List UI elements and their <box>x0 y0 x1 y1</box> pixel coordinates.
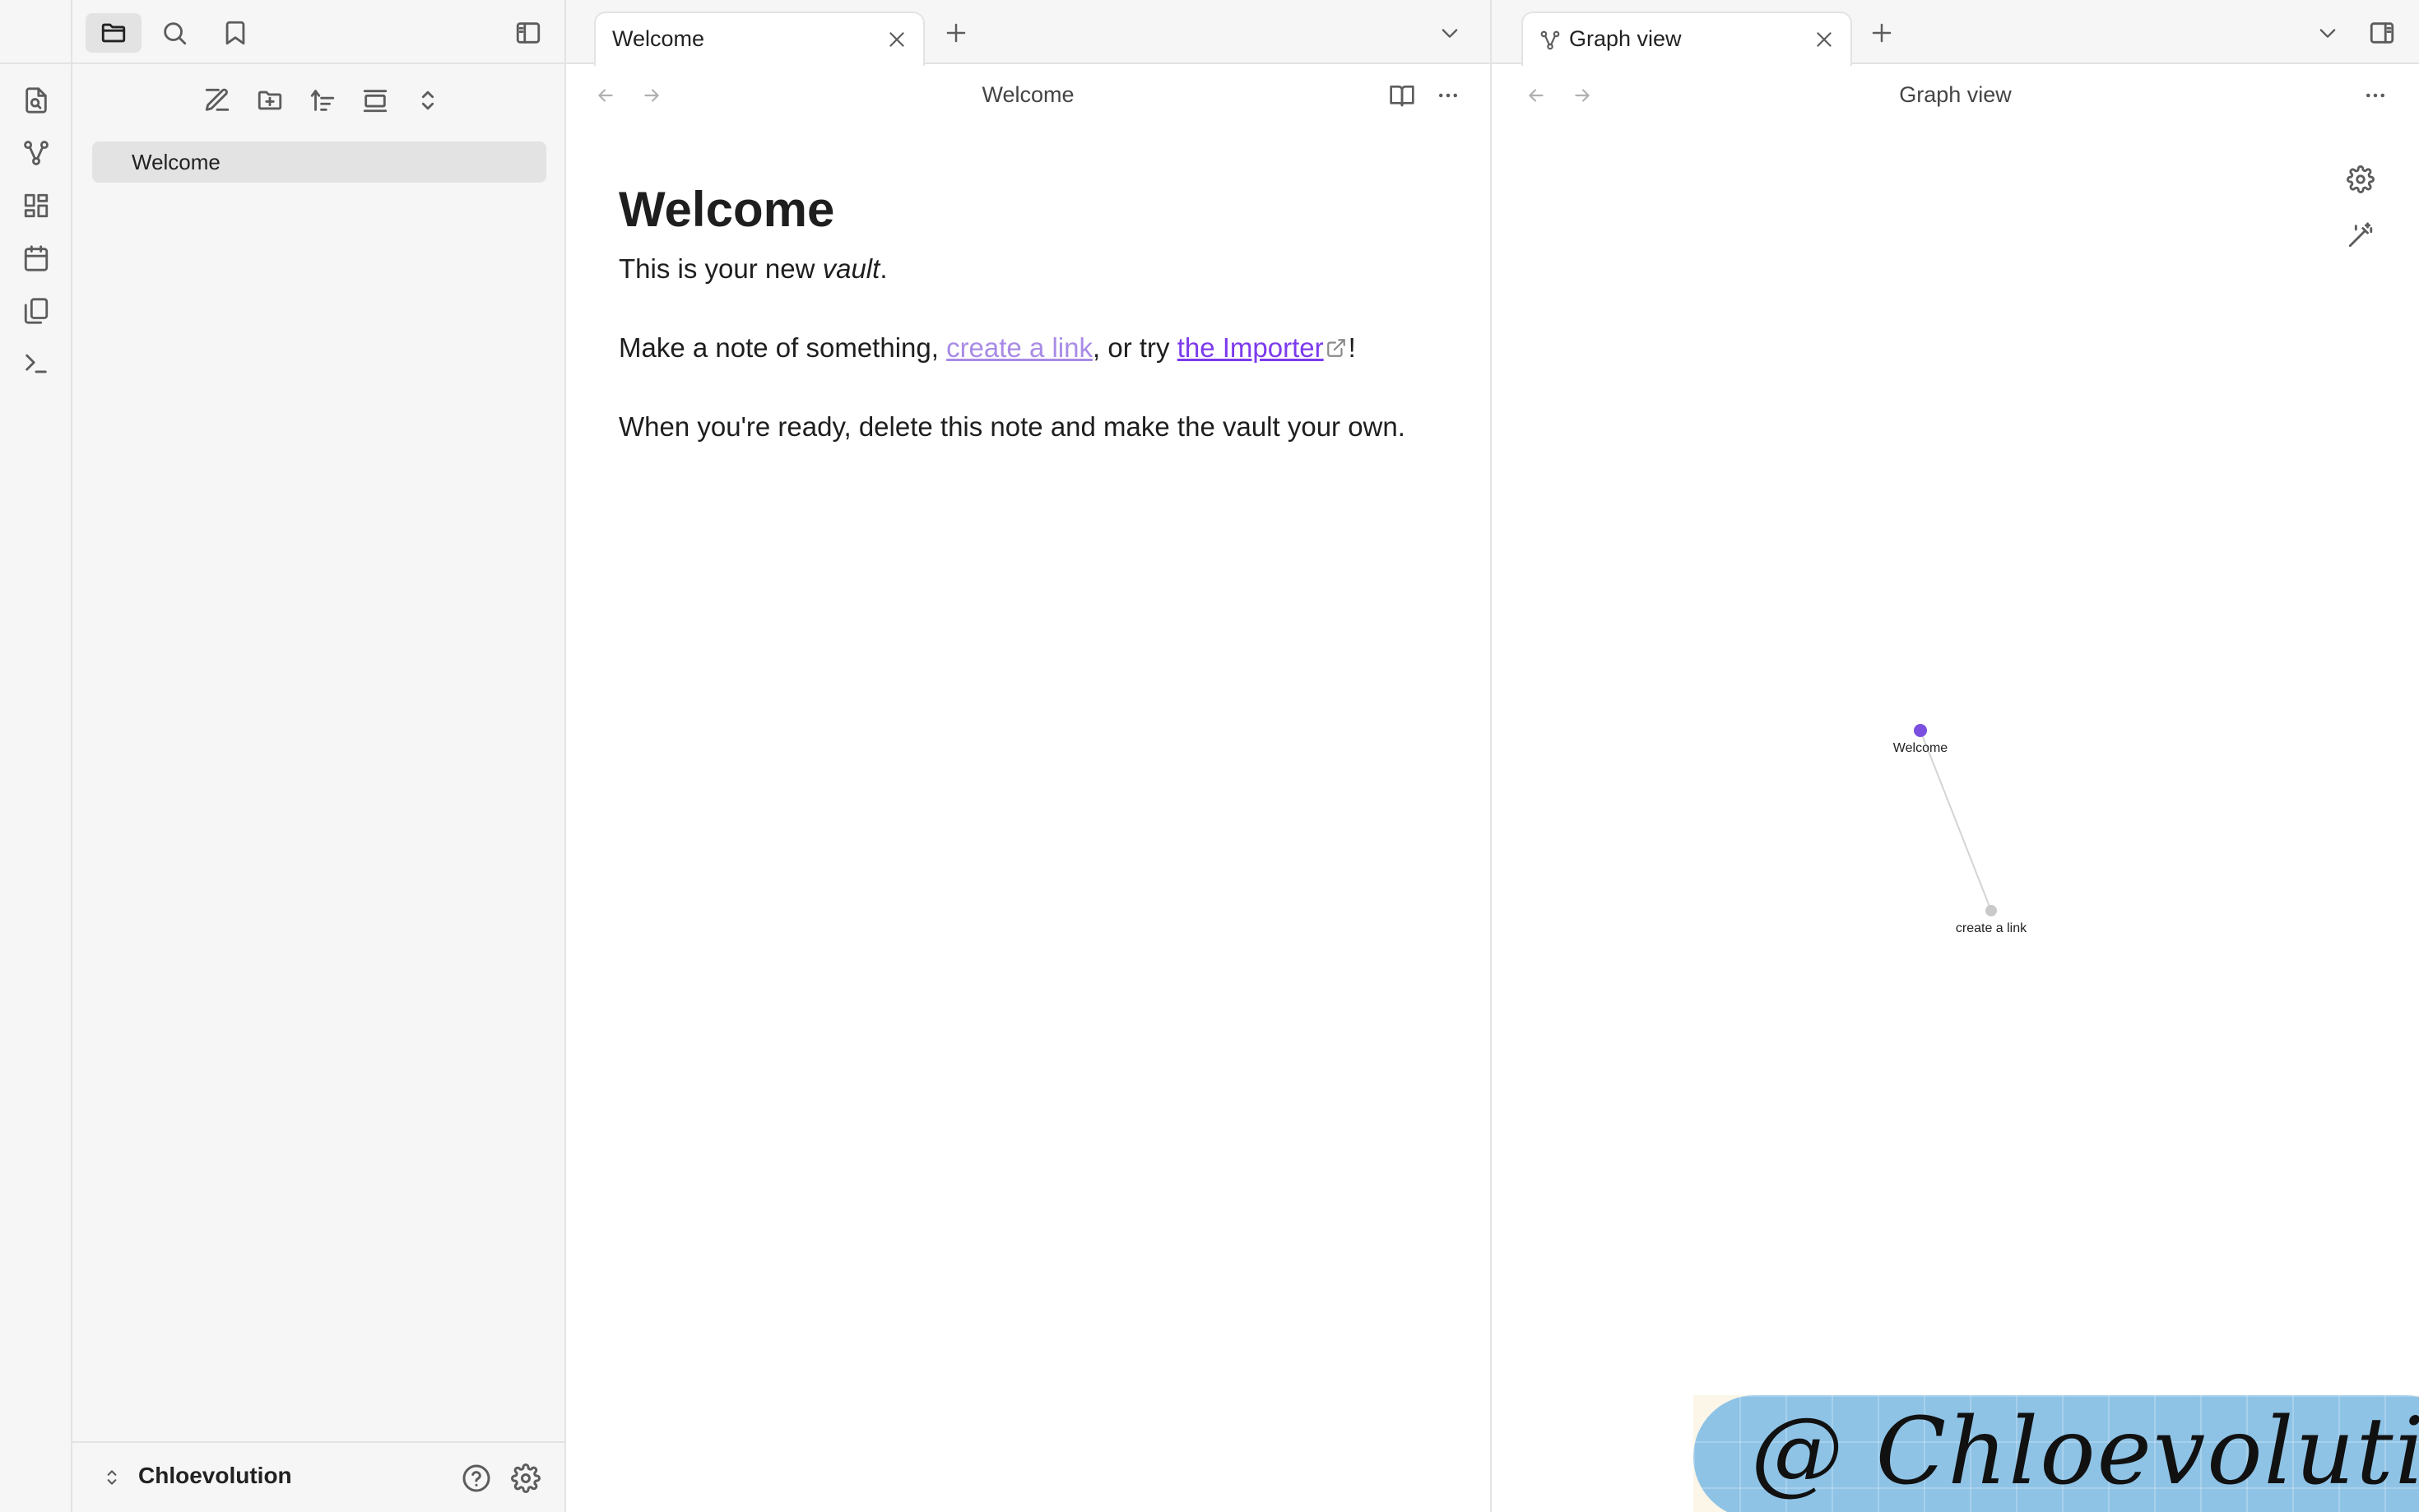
text: This is your new <box>619 253 823 284</box>
close-tab-icon[interactable] <box>882 25 912 54</box>
change-sort-order-icon[interactable] <box>303 81 342 120</box>
view-header: Welcome <box>566 64 1490 127</box>
graph-view-icon[interactable] <box>18 135 54 171</box>
templates-icon[interactable] <box>18 293 54 329</box>
files-tab-icon[interactable] <box>86 13 142 53</box>
editor-tab-strip: Welcome <box>566 0 1490 66</box>
left-sidebar: Welcome Chloevolution <box>72 0 566 1512</box>
vault-switch-chevron-icon[interactable] <box>97 1463 127 1492</box>
italic-text: vault <box>822 253 880 284</box>
tab-list-chevron-down-icon[interactable] <box>1433 16 1466 49</box>
tab-welcome[interactable]: Welcome <box>594 12 925 66</box>
watermark-text: @ Chloevolution <box>1751 1398 2419 1505</box>
graph-node-welcome[interactable] <box>1914 724 1927 737</box>
settings-gear-icon[interactable] <box>508 1461 543 1496</box>
text: ! <box>1348 332 1356 363</box>
internal-link[interactable]: create a link <box>946 332 1093 363</box>
new-tab-plus-icon[interactable] <box>940 16 973 49</box>
command-palette-icon[interactable] <box>18 346 54 382</box>
more-options-ellipsis-icon[interactable] <box>1432 79 1465 112</box>
graph-tab-icon <box>1538 28 1562 53</box>
tab-title: Welcome <box>612 26 705 51</box>
graph-settings-gear-icon[interactable] <box>2344 163 2377 196</box>
note-paragraph-3: When you're ready, delete this note and … <box>619 411 1405 442</box>
note-paragraph-1: This is your new vault. <box>619 251 1442 287</box>
toggle-right-sidebar-icon[interactable] <box>2364 16 2400 49</box>
new-note-icon[interactable] <box>197 81 237 120</box>
new-folder-icon[interactable] <box>250 81 290 120</box>
close-tab-icon[interactable] <box>1809 25 1839 54</box>
tab-title: Graph view <box>1569 26 1682 51</box>
search-tab-icon[interactable] <box>146 13 202 53</box>
external-link[interactable]: the Importer <box>1177 332 1324 363</box>
animate-magic-wand-icon[interactable] <box>2344 219 2377 252</box>
editor-pane: Welcome Welcome Welcome This is your new… <box>566 0 1492 1512</box>
more-options-ellipsis-icon[interactable] <box>2359 79 2392 112</box>
external-link-icon <box>1326 337 1347 359</box>
help-icon[interactable] <box>459 1461 494 1496</box>
graph-edge <box>1920 730 1992 911</box>
note-paragraph-2: Make a note of something, create a link,… <box>619 330 1442 366</box>
graph-tab-strip: Graph view <box>1492 0 2419 66</box>
ribbon <box>0 0 72 1512</box>
reading-view-book-icon[interactable] <box>1386 79 1418 112</box>
graph-node-create-a-link[interactable] <box>1985 905 1997 916</box>
graph-node-label: create a link <box>1955 921 2027 935</box>
vault-name[interactable]: Chloevolution <box>138 1463 292 1489</box>
note-content[interactable]: Welcome This is your new vault. Make a n… <box>619 177 1442 488</box>
view-header-title[interactable]: Welcome <box>566 82 1490 108</box>
view-header-title[interactable]: Graph view <box>1492 82 2419 108</box>
expand-collapse-all-icon[interactable] <box>408 81 448 120</box>
file-tree-item[interactable]: Welcome <box>92 141 546 183</box>
graph-canvas <box>1914 724 1997 916</box>
graph-pane: Graph view Graph view Welcome create a l… <box>1492 0 2419 1512</box>
text: , or try <box>1093 332 1177 363</box>
auto-reveal-file-icon[interactable] <box>355 81 395 120</box>
watermark: @ Chloevolution <box>1693 1395 2419 1512</box>
text: Make a note of something, <box>619 332 947 363</box>
note-heading: Welcome <box>619 182 835 237</box>
vault-switcher-bar: Chloevolution <box>72 1441 564 1512</box>
file-tree-item-label: Welcome <box>132 150 221 174</box>
canvas-icon[interactable] <box>18 188 54 224</box>
tab-graph-view[interactable]: Graph view <box>1521 12 1852 66</box>
ribbon-header <box>0 0 72 64</box>
view-header: Graph view <box>1492 64 2419 127</box>
collapse-sidebar-icon[interactable] <box>500 13 556 53</box>
graph-node-label: Welcome <box>1892 741 1948 755</box>
daily-note-calendar-icon[interactable] <box>18 240 54 276</box>
open-quick-switcher-icon[interactable] <box>18 82 54 118</box>
bookmarks-tab-icon[interactable] <box>207 13 263 53</box>
text: . <box>880 253 888 284</box>
new-tab-plus-icon[interactable] <box>1865 16 1898 49</box>
sidebar-tab-bar <box>72 0 564 64</box>
tab-list-chevron-down-icon[interactable] <box>2311 16 2344 49</box>
